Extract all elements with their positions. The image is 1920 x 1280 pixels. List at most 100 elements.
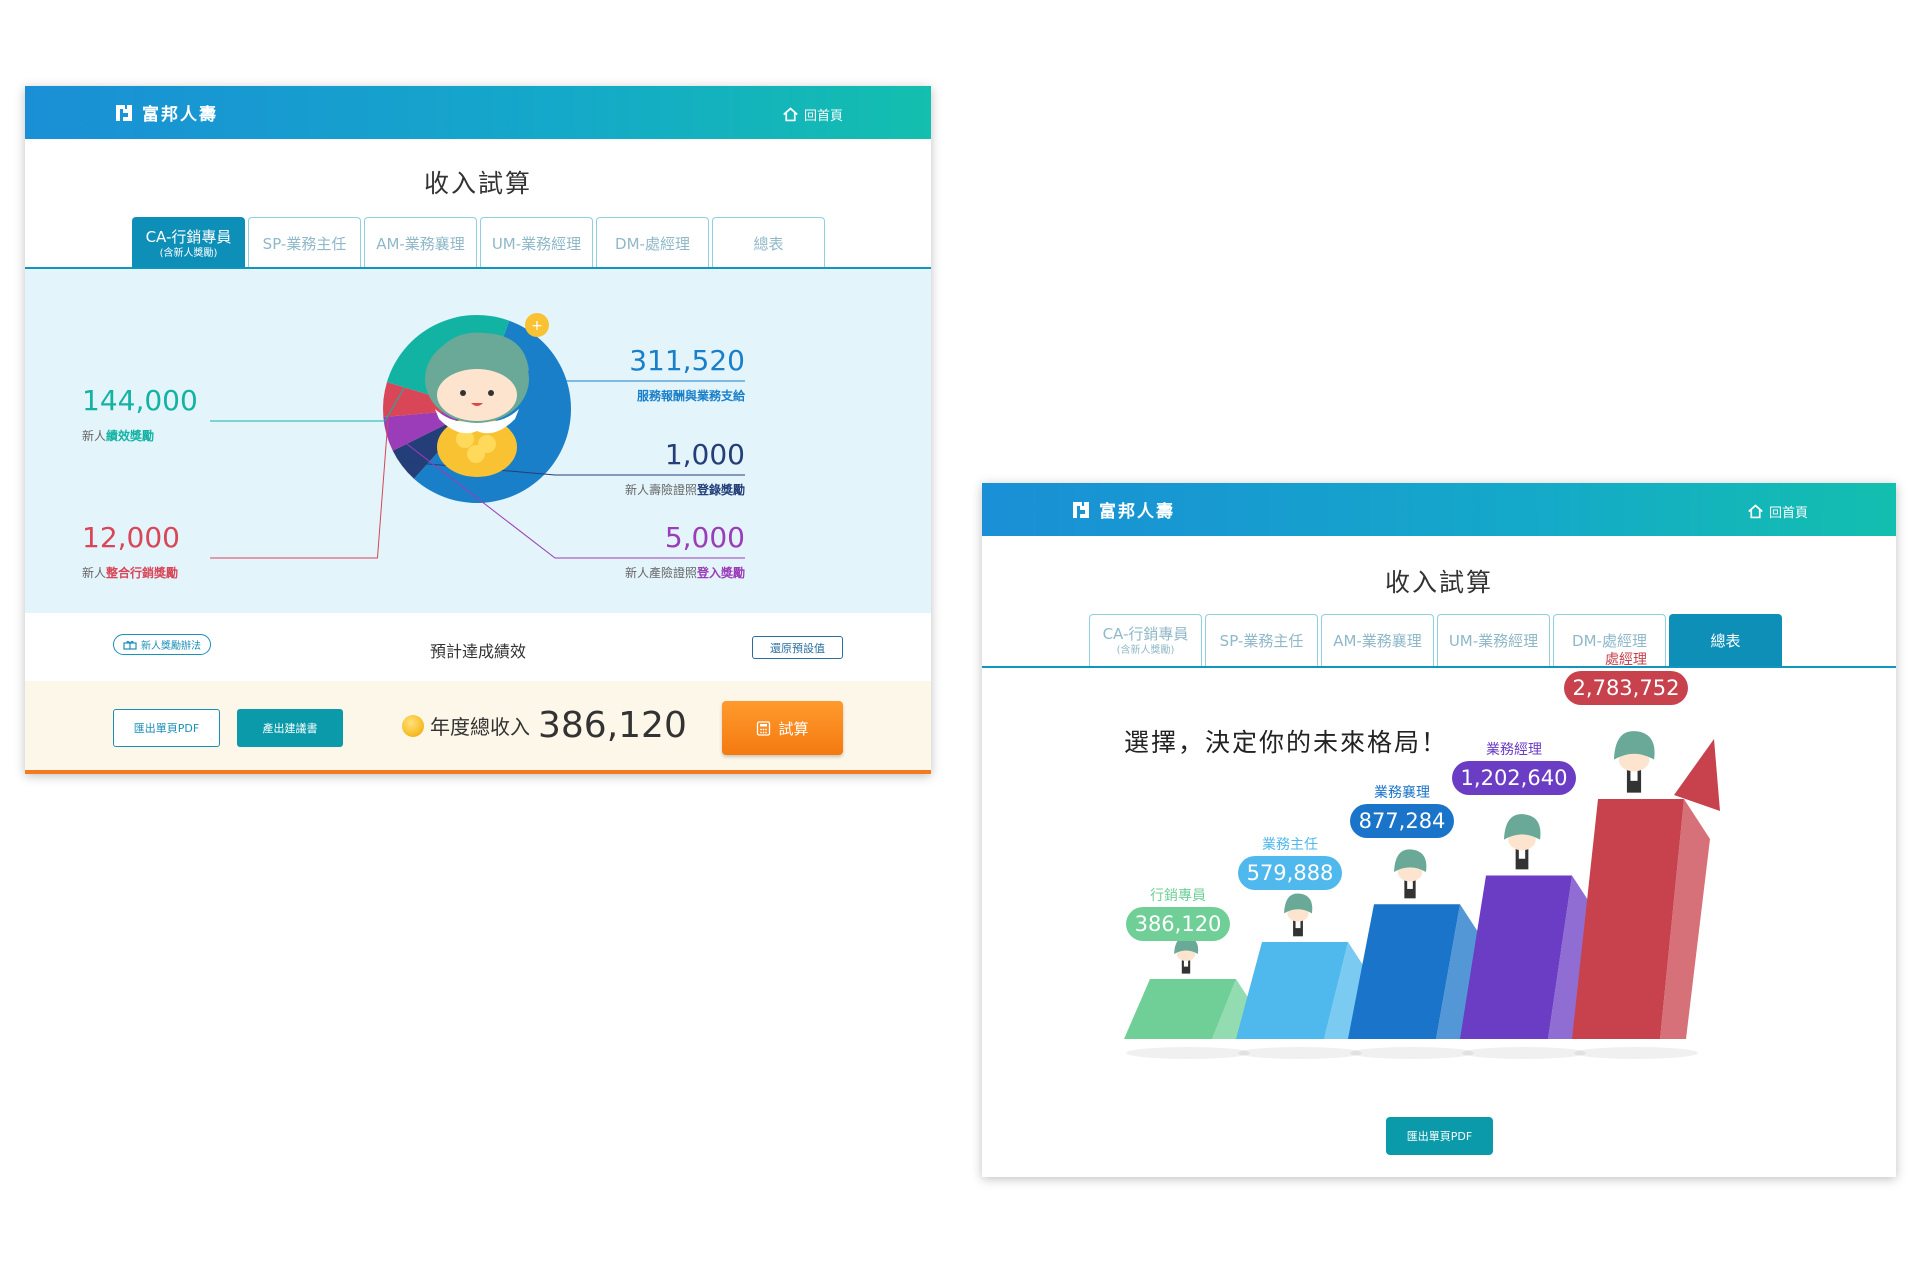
stair-value-badge-1: 579,888 (1238, 855, 1342, 890)
stair-shadow-0 (1126, 1047, 1250, 1059)
tab-dm-label: DM-處經理 (1572, 631, 1647, 650)
stair-shadow-4 (1574, 1047, 1698, 1059)
stair-figure-0 (1174, 937, 1199, 974)
tab-am[interactable]: AM-業務襄理 (1321, 614, 1434, 666)
summary-bar: 匯出單頁PDF 產出建議書 年度總收入 386,120 試算 (25, 681, 931, 774)
pie-value-label-2: 5,000 (664, 521, 745, 554)
stair-shadow-3 (1462, 1047, 1586, 1059)
tab-sp-label: SP-業務主任 (1219, 631, 1304, 650)
home-icon (1748, 504, 1763, 519)
stair-title-0: 行銷專員 (1150, 888, 1206, 904)
pie-value-label-4: 144,000 (82, 384, 198, 417)
income-pie-chart: + (210, 313, 745, 559)
tab-am-label: AM-業務襄理 (376, 234, 465, 253)
home-link[interactable]: 回首頁 (1747, 502, 1808, 521)
stair-figure-1 (1284, 893, 1313, 937)
tab-sp[interactable]: SP-業務主任 (248, 217, 361, 269)
fubon-logo-icon (1073, 501, 1089, 518)
stair-title-4: 處經理 (1605, 652, 1647, 668)
home-icon (783, 107, 798, 122)
tab-ca[interactable]: CA-行銷專員 (含新人獎勵) (1089, 614, 1202, 666)
stair-value-badge-2: 877,284 (1350, 804, 1454, 839)
pie-value-label-3: 12,000 (82, 521, 180, 554)
pie-value-label-0: 311,520 (629, 344, 745, 377)
reset-defaults-button[interactable]: 還原預設值 (752, 636, 843, 659)
stair-title-3: 業務經理 (1486, 742, 1542, 759)
tab-ca-label: CA-行銷專員 (145, 227, 232, 246)
annual-income-label: 年度總收入 (430, 715, 530, 739)
tab-summary-label: 總表 (753, 234, 784, 253)
tab-am[interactable]: AM-業務襄理 (364, 217, 477, 269)
stair-figure-2 (1394, 849, 1427, 899)
page-title: 收入試算 (1384, 568, 1493, 597)
income-calculator-ca-screen: 富邦人壽 回首頁 收入試算 CA-行銷專員 (含新人獎勵) SP-業務主任 AM… (25, 86, 931, 774)
pie-category-label-plain-2: 新人產險證照 (624, 566, 697, 580)
stair-value-badge-0: 386,120 (1126, 907, 1230, 941)
pie-category-label-2: 新人產險證照登入獎勵 (625, 564, 745, 581)
coin-icon (402, 714, 424, 737)
tab-summary[interactable]: 總表 (712, 217, 825, 269)
stair-value-badge-4: 2,783,752 (1564, 671, 1688, 705)
tab-sp[interactable]: SP-業務主任 (1205, 614, 1318, 666)
tab-um[interactable]: UM-業務經理 (1437, 614, 1550, 666)
tab-am-label: AM-業務襄理 (1333, 631, 1422, 650)
export-pdf-button[interactable]: 匯出單頁PDF (113, 709, 220, 747)
pie-category-label-plain-4: 新人 (82, 429, 107, 443)
pie-category-label-3: 新人整合行銷獎勵 (82, 564, 178, 581)
generate-proposal-button[interactable]: 產出建議書 (237, 709, 343, 747)
calculate-label: 試算 (778, 719, 809, 738)
income-summary-screen: 富邦人壽 回首頁 收入試算 CA-行銷專員 (含新人獎勵) SP-業務主任 AM… (982, 483, 1896, 1177)
svg-text:+: + (531, 318, 543, 334)
home-link[interactable]: 回首頁 (782, 105, 843, 124)
calculator-icon (757, 720, 771, 736)
top-bar: 富邦人壽 回首頁 (25, 86, 931, 139)
stair-shadow-1 (1238, 1047, 1362, 1059)
role-tabs: CA-行銷專員 (含新人獎勵) SP-業務主任 AM-業務襄理 UM-業務經理 … (132, 217, 828, 269)
stair-title-1: 業務主任 (1262, 836, 1318, 853)
tab-um-label: UM-業務經理 (1448, 631, 1539, 650)
career-stairs-chart (1124, 731, 1720, 1059)
stair-figure-3 (1503, 814, 1541, 870)
pie-category-label-4: 新人績效獎勵 (82, 427, 154, 444)
pie-category-label-bold-3: 整合行銷獎勵 (106, 566, 179, 580)
tab-dm[interactable]: DM-處經理 (596, 217, 709, 269)
tab-underline (982, 666, 1896, 668)
stair-value-badge-3: 1,202,640 (1452, 761, 1576, 796)
stair-figure-4 (1613, 731, 1655, 793)
pie-category-label-bold-1: 登錄獎勵 (696, 483, 745, 497)
brand-logo[interactable]: 富邦人壽 (113, 100, 218, 125)
tab-sp-label: SP-業務主任 (262, 234, 347, 253)
annual-income: 年度總收入 386,120 (402, 705, 687, 746)
pie-category-label-bold-4: 績效獎勵 (106, 429, 155, 443)
brand-name: 富邦人壽 (142, 105, 218, 125)
stair-shadow-2 (1350, 1047, 1474, 1059)
tab-um[interactable]: UM-業務經理 (480, 217, 593, 269)
export-pdf-button[interactable]: 匯出單頁PDF (1386, 1117, 1493, 1155)
calculate-button[interactable]: 試算 (722, 701, 843, 755)
performance-row: 新人獎勵辦法 預計達成績效 還原預設值 (25, 634, 931, 664)
income-breakdown-panel: + 311,520 服務報酬與業務支給 1,000 新人壽險證照登錄獎勵 5,000 新人… (25, 269, 931, 613)
stage: 富邦人壽 回首頁 收入試算 CA-行銷專員 (含新人獎勵) SP-業務主任 AM… (0, 0, 1920, 1280)
tab-summary-label: 總表 (1710, 631, 1741, 650)
pie-value-label-1: 1,000 (664, 438, 745, 471)
annual-income-value: 386,120 (538, 705, 687, 746)
tab-ca-label: CA-行銷專員 (1102, 624, 1189, 643)
brand-name: 富邦人壽 (1099, 502, 1175, 522)
home-label: 回首頁 (1768, 506, 1808, 521)
home-label: 回首頁 (803, 109, 843, 124)
pie-category-label-bold-0: 服務報酬與業務支給 (636, 389, 745, 403)
stair-title-2: 業務襄理 (1374, 785, 1430, 802)
pie-leader-line-3 (210, 399, 390, 559)
tab-um-label: UM-業務經理 (491, 234, 582, 253)
fubon-logo-icon (116, 104, 132, 121)
tab-ca-sublabel: (含新人獎勵) (1116, 644, 1175, 656)
pie-category-label-plain-3: 新人 (82, 566, 107, 580)
tab-ca[interactable]: CA-行銷專員 (含新人獎勵) (132, 217, 245, 269)
pie-category-label-bold-2: 登入獎勵 (696, 566, 745, 580)
pie-category-label-1: 新人壽險證照登錄獎勵 (625, 481, 745, 498)
top-bar: 富邦人壽 回首頁 (982, 483, 1896, 536)
pie-category-label-0: 服務報酬與業務支給 (637, 387, 745, 404)
tab-ca-sublabel: (含新人獎勵) (159, 247, 218, 259)
brand-logo[interactable]: 富邦人壽 (1070, 497, 1175, 522)
pie-category-label-plain-1: 新人壽險證照 (624, 483, 697, 497)
